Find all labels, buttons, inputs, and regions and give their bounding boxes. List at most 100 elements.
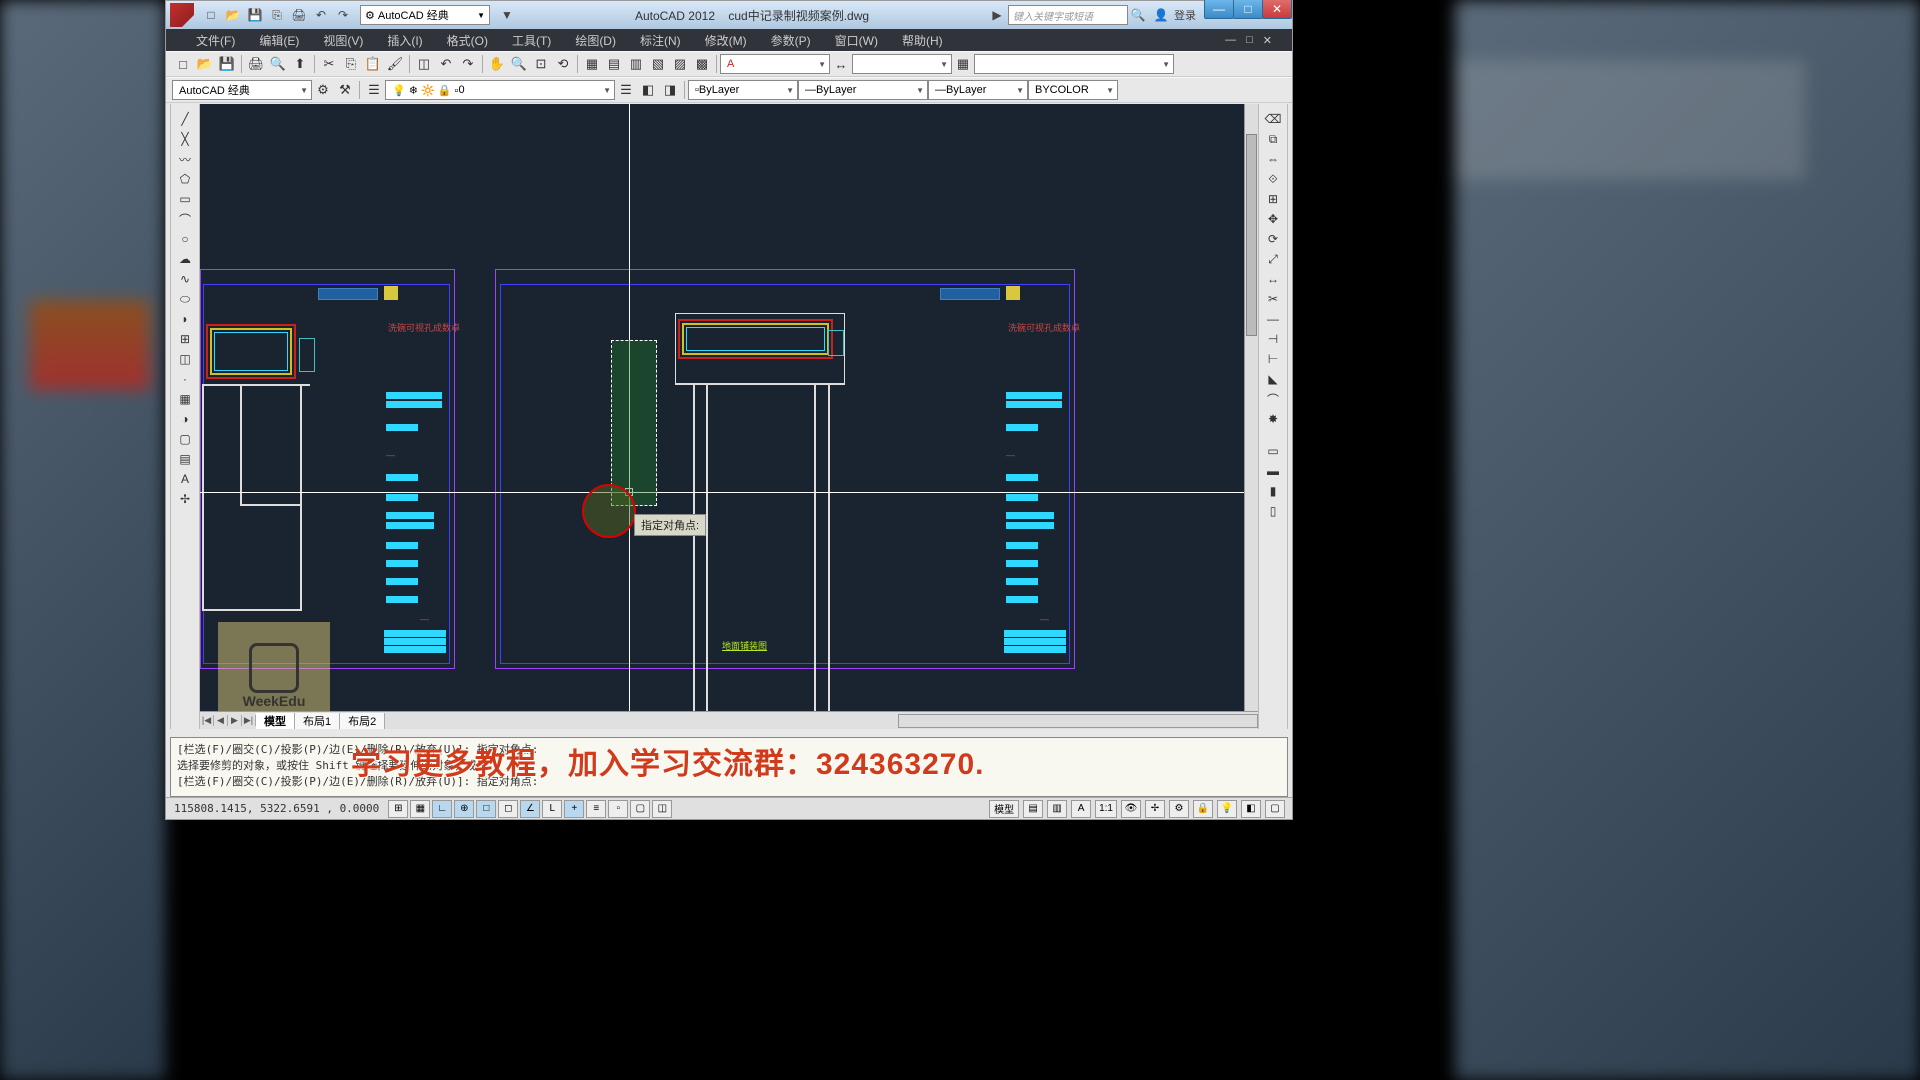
mod-trim-icon[interactable]: ✂ — [1263, 290, 1283, 308]
qat-redo-icon[interactable]: ↷ — [334, 6, 352, 24]
tb-open-icon[interactable]: 📂 — [194, 53, 216, 75]
mod-erase-icon[interactable]: ⌫ — [1263, 110, 1283, 128]
minimize-button[interactable]: — — [1204, 0, 1234, 19]
tool-line-icon[interactable]: ╱ — [175, 110, 195, 128]
qat-new-icon[interactable]: □ — [202, 6, 220, 24]
mod-dim3-icon[interactable]: ▮ — [1263, 482, 1283, 500]
grid-toggle[interactable]: ▦ — [410, 800, 430, 818]
menu-parametric[interactable]: 参数(P) — [761, 30, 821, 51]
menu-insert[interactable]: 插入(I) — [377, 30, 432, 51]
polar-toggle[interactable]: ⊕ — [454, 800, 474, 818]
ducs-toggle[interactable]: L — [542, 800, 562, 818]
sc-toggle[interactable]: ◫ — [652, 800, 672, 818]
mod-rotate-icon[interactable]: ⟳ — [1263, 230, 1283, 248]
doc-min-icon[interactable]: — — [1225, 34, 1236, 46]
maximize-button[interactable]: □ — [1233, 0, 1263, 19]
tb-wssave-icon[interactable]: ⚙ — [312, 79, 334, 101]
tb-layerprev-icon[interactable]: ◨ — [659, 79, 681, 101]
tool-table-icon[interactable]: ▤ — [175, 450, 195, 468]
qat-print-icon[interactable]: 🖨 — [290, 6, 308, 24]
tool-arc-icon[interactable]: ⌒ — [175, 210, 195, 228]
tool-polygon-icon[interactable]: ⬠ — [175, 170, 195, 188]
toolbar-lock-icon[interactable]: 🔒 — [1193, 800, 1213, 818]
mod-break-icon[interactable]: ⊣ — [1263, 330, 1283, 348]
mod-join-icon[interactable]: ⊢ — [1263, 350, 1283, 368]
tool-hatch-icon[interactable]: ▦ — [175, 390, 195, 408]
tab-layout1[interactable]: 布局1 — [295, 713, 340, 729]
menu-file[interactable]: 文件(F) — [186, 30, 245, 51]
layer-dropdown[interactable]: 💡 ❄ 🔆 🔒 ▫ 0 — [385, 80, 615, 100]
drawing-area[interactable]: 洗碗可视孔成数卓 — — — [200, 104, 1258, 729]
tb-undo-icon[interactable]: ↶ — [435, 53, 457, 75]
menu-draw[interactable]: 绘图(D) — [565, 30, 626, 51]
tool-xline-icon[interactable]: ╳ — [175, 130, 195, 148]
annoscale-value[interactable]: 1:1 — [1095, 800, 1117, 818]
tb-table-icon[interactable]: ▦ — [952, 53, 974, 75]
workspace-dropdown[interactable]: AutoCAD 经典 — [360, 5, 490, 25]
tool-ellipsearc-icon[interactable]: ◗ — [175, 310, 195, 328]
qat-save-icon[interactable]: 💾 — [246, 6, 264, 24]
mod-offset-icon[interactable]: ⟐ — [1263, 170, 1283, 188]
tab-nav-next-icon[interactable]: ▶ — [228, 715, 242, 726]
qp-toggle[interactable]: ▢ — [630, 800, 650, 818]
ortho-toggle[interactable]: ∟ — [432, 800, 452, 818]
plotstyle-dropdown[interactable]: BYCOLOR — [1028, 80, 1118, 100]
linetype-dropdown[interactable]: — ByLayer — [798, 80, 928, 100]
menu-edit[interactable]: 编辑(E) — [249, 30, 309, 51]
menu-format[interactable]: 格式(O) — [437, 30, 498, 51]
mod-array-icon[interactable]: ⊞ — [1263, 190, 1283, 208]
osnap-toggle[interactable]: □ — [476, 800, 496, 818]
tool-region-icon[interactable]: ▢ — [175, 430, 195, 448]
tb-layerstate-icon[interactable]: ☰ — [615, 79, 637, 101]
quickview-drawings-icon[interactable]: ▥ — [1047, 800, 1067, 818]
mod-mirror-icon[interactable]: ⇔ — [1263, 150, 1283, 168]
tb-print-icon[interactable]: 🖨 — [245, 53, 267, 75]
qat-dropdown-icon[interactable]: ▼ — [498, 6, 516, 24]
mod-extend-icon[interactable]: — — [1263, 310, 1283, 328]
color-dropdown[interactable]: ▫ ByLayer — [688, 80, 798, 100]
vertical-scrollbar[interactable] — [1244, 104, 1258, 711]
tb-wssettings-icon[interactable]: ⚒ — [334, 79, 356, 101]
menu-view[interactable]: 视图(V) — [313, 30, 373, 51]
tb-zoomrt-icon[interactable]: 🔍 — [508, 53, 530, 75]
tool-rect-icon[interactable]: ▭ — [175, 190, 195, 208]
tab-model[interactable]: 模型 — [256, 713, 295, 729]
menu-dimension[interactable]: 标注(N) — [630, 30, 691, 51]
tab-nav-prev-icon[interactable]: ◀ — [214, 715, 228, 726]
menu-tools[interactable]: 工具(T) — [502, 30, 561, 51]
tool-makeblock-icon[interactable]: ◫ — [175, 350, 195, 368]
tab-nav-last-icon[interactable]: ▶| — [242, 715, 256, 726]
doc-max-icon[interactable]: □ — [1246, 34, 1253, 46]
lwt-toggle[interactable]: ≡ — [586, 800, 606, 818]
tb-preview-icon[interactable]: 🔍 — [267, 53, 289, 75]
tb-pan-icon[interactable]: ✋ — [486, 53, 508, 75]
tb-quickcalc-icon[interactable]: ▩ — [691, 53, 713, 75]
tab-nav-first-icon[interactable]: |◀ — [200, 715, 214, 726]
doc-close-icon[interactable]: ✕ — [1263, 34, 1272, 47]
tool-revcloud-icon[interactable]: ☁ — [175, 250, 195, 268]
tb-designcenter-icon[interactable]: ▤ — [603, 53, 625, 75]
tool-circle-icon[interactable]: ○ — [175, 230, 195, 248]
tb-markup-icon[interactable]: ▨ — [669, 53, 691, 75]
tb-publish-icon[interactable]: ⬆ — [289, 53, 311, 75]
mod-chamfer-icon[interactable]: ◣ — [1263, 370, 1283, 388]
tb-layeriso-icon[interactable]: ◧ — [637, 79, 659, 101]
tool-ellipse-icon[interactable]: ⬭ — [175, 290, 195, 308]
textstyle-dropdown[interactable]: A — [720, 54, 830, 74]
mod-explode-icon[interactable]: ✸ — [1263, 410, 1283, 428]
quickview-layouts-icon[interactable]: ▤ — [1023, 800, 1043, 818]
snap-toggle[interactable]: ⊞ — [388, 800, 408, 818]
close-button[interactable]: ✕ — [1262, 0, 1292, 19]
tb-zoomwin-icon[interactable]: ⊡ — [530, 53, 552, 75]
tb-matchprop-icon[interactable]: 🖌 — [384, 53, 406, 75]
model-button[interactable]: 模型 — [989, 800, 1019, 818]
tb-layermgr-icon[interactable]: ☰ — [363, 79, 385, 101]
menu-modify[interactable]: 修改(M) — [695, 30, 757, 51]
tb-sheetset-icon[interactable]: ▧ — [647, 53, 669, 75]
osnap3d-toggle[interactable]: ◻ — [498, 800, 518, 818]
tablestyle-dropdown[interactable] — [974, 54, 1174, 74]
annoscale-icon[interactable]: A — [1071, 800, 1091, 818]
infocenter-search[interactable]: 键入关键字或短语 — [1008, 5, 1128, 25]
tb-dim-icon[interactable]: ↔ — [830, 53, 852, 75]
tb-redo-icon[interactable]: ↷ — [457, 53, 479, 75]
